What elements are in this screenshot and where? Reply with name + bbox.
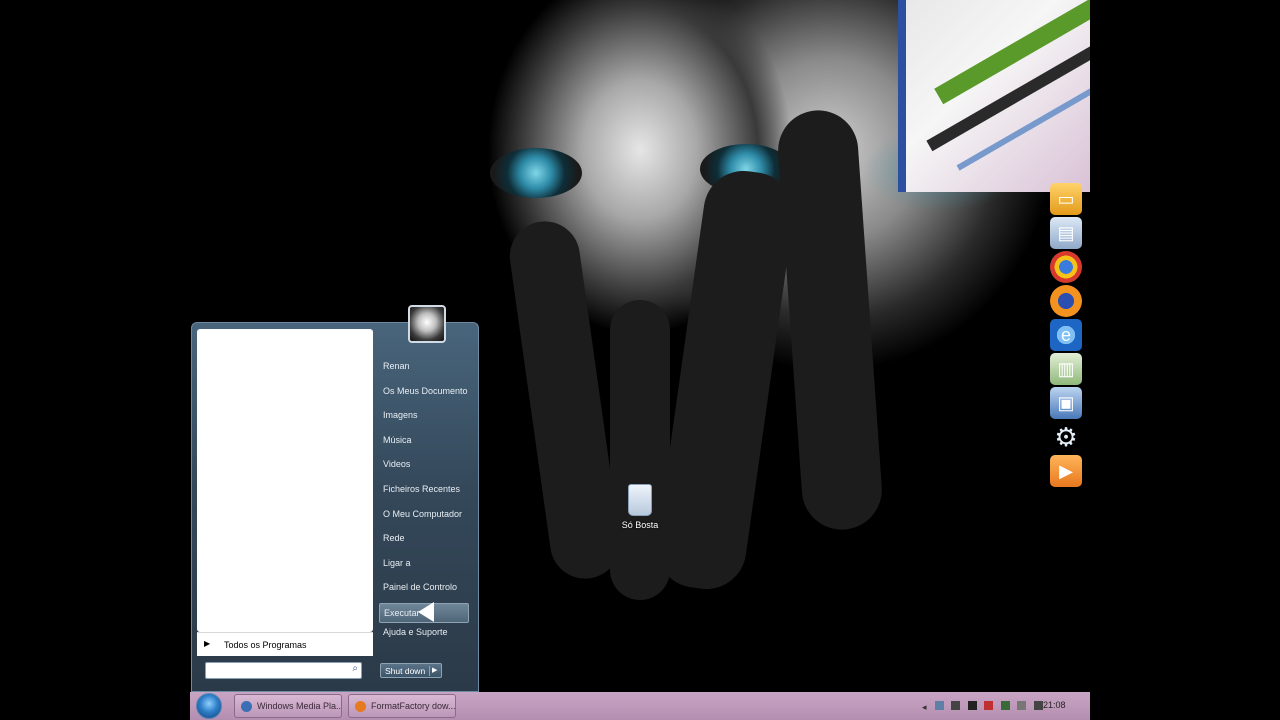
computer-icon: ▣ xyxy=(1057,393,1075,413)
search-icon[interactable]: ⌕ xyxy=(352,663,358,674)
dock-chrome[interactable] xyxy=(1050,251,1082,283)
dock-settings[interactable]: ⚙ xyxy=(1050,421,1082,453)
wallpaper-left-eye xyxy=(490,148,582,198)
start-link-documents[interactable]: Os Meus Documento xyxy=(379,382,475,407)
preview-window-title: FormatFactory download - Mozilla Firefox xyxy=(898,31,905,161)
clock[interactable]: 21:08 xyxy=(1043,700,1066,710)
dock-internet-explorer[interactable]: e xyxy=(1050,319,1082,351)
tray-monitor-icon[interactable] xyxy=(1000,701,1010,711)
tray-network-icon[interactable] xyxy=(934,701,944,711)
start-button[interactable] xyxy=(196,693,222,719)
start-menu: ▶ Todos os Programas ⌕ Renan Os Meus Doc… xyxy=(191,305,479,692)
desktop-icon-recycle-bin[interactable]: Só Bosta xyxy=(614,484,666,530)
dock-documents[interactable]: ▤ xyxy=(1050,217,1082,249)
media-player-icon: ▶ xyxy=(1059,461,1073,481)
chrome-icon xyxy=(1050,251,1082,283)
windows-media-player-icon xyxy=(241,701,252,712)
start-link-control-panel[interactable]: Painel de Controlo xyxy=(379,578,475,603)
all-programs-label: Todos os Programas xyxy=(224,640,307,650)
start-link-pictures[interactable]: Imagens xyxy=(379,406,475,431)
start-link-videos[interactable]: Videos xyxy=(379,455,475,480)
start-search-box[interactable]: ⌕ xyxy=(205,662,362,680)
taskbar-button-label: FormatFactory dow... xyxy=(371,701,456,711)
start-link-help[interactable]: Ajuda e Suporte xyxy=(379,623,475,648)
shutdown-divider xyxy=(429,666,430,676)
firefox-window-preview[interactable]: FormatFactory download - Mozilla Firefox xyxy=(898,0,1090,192)
dock-bar: ▭ ▤ e ▥ ▣ ⚙ ▶ xyxy=(1050,183,1084,489)
tray-app-icon[interactable] xyxy=(951,701,961,711)
shutdown-button[interactable]: Shut down ▶ xyxy=(380,663,442,678)
start-link-recent-files[interactable]: Ficheiros Recentes xyxy=(379,480,475,505)
firefox-icon xyxy=(1050,285,1082,317)
start-link-computer[interactable]: O Meu Computador xyxy=(379,505,475,530)
user-avatar[interactable] xyxy=(408,305,446,343)
tray-security-icon[interactable] xyxy=(984,701,994,711)
tray-action-center-icon[interactable] xyxy=(1017,701,1027,711)
system-tray: ◂ xyxy=(922,697,1046,715)
shutdown-options-arrow-icon[interactable]: ▶ xyxy=(432,664,437,678)
dock-media-player[interactable]: ▶ xyxy=(1050,455,1082,487)
desktop-icon-label: Só Bosta xyxy=(621,520,659,530)
internet-explorer-icon: e xyxy=(1060,325,1071,345)
preview-page-banner xyxy=(934,0,1090,105)
programs-list[interactable] xyxy=(197,329,373,632)
dock-computer[interactable]: ▣ xyxy=(1050,387,1082,419)
dock-folder[interactable]: ▭ xyxy=(1050,183,1082,215)
firefox-icon xyxy=(355,701,366,712)
library-icon: ▥ xyxy=(1057,359,1075,379)
start-link-user[interactable]: Renan xyxy=(379,357,475,382)
all-programs-button[interactable]: ▶ Todos os Programas xyxy=(197,632,373,656)
recycle-bin-icon xyxy=(628,484,652,516)
start-link-connect-to[interactable]: Ligar a xyxy=(379,554,475,579)
documents-icon: ▤ xyxy=(1057,223,1075,243)
tray-media-icon[interactable] xyxy=(967,701,977,711)
shutdown-label: Shut down xyxy=(385,666,426,676)
start-link-music[interactable]: Música xyxy=(379,431,475,456)
taskbar-button-firefox[interactable]: FormatFactory dow... xyxy=(348,694,456,718)
mouse-cursor-icon xyxy=(418,602,434,622)
taskbar-button-label: Windows Media Pla... xyxy=(257,701,342,711)
dock-firefox[interactable] xyxy=(1050,285,1082,317)
tray-volume-icon[interactable] xyxy=(1033,701,1043,711)
start-search-input[interactable] xyxy=(206,666,344,680)
settings-gear-icon: ⚙ xyxy=(1054,422,1078,452)
all-programs-arrow-icon: ▶ xyxy=(204,639,211,648)
taskbar-button-media-player[interactable]: Windows Media Pla... xyxy=(234,694,342,718)
dock-library[interactable]: ▥ xyxy=(1050,353,1082,385)
start-link-network[interactable]: Rede xyxy=(379,529,475,554)
folder-icon: ▭ xyxy=(1057,189,1075,209)
taskbar: Windows Media Pla... FormatFactory dow..… xyxy=(190,692,1090,720)
tray-expand-icon[interactable]: ◂ xyxy=(922,702,927,712)
